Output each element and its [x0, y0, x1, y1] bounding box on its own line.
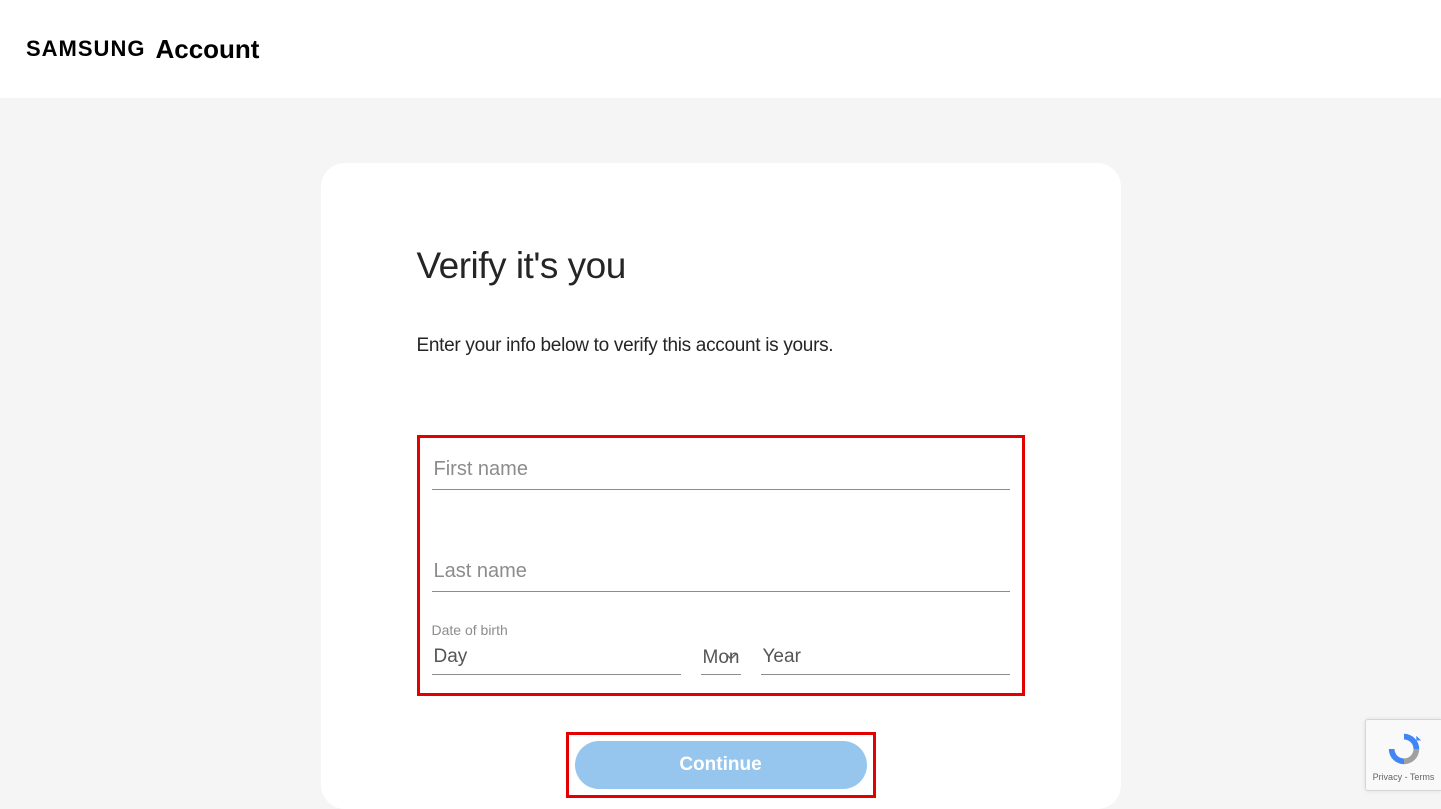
recaptcha-badge[interactable]: Privacy - Terms: [1365, 719, 1441, 791]
first-name-field-wrap: [432, 450, 1010, 490]
dob-label: Date of birth: [432, 622, 1010, 638]
main-content: Verify it's you Enter your info below to…: [0, 98, 1441, 809]
product-name: Account: [155, 34, 259, 65]
recaptcha-separator: -: [1402, 772, 1410, 782]
page-title: Verify it's you: [417, 245, 1025, 287]
dob-row: Month: [432, 640, 1010, 675]
recaptcha-links: Privacy - Terms: [1373, 772, 1435, 782]
last-name-input[interactable]: [432, 552, 1010, 592]
form-highlight-box: Date of birth Month: [417, 435, 1025, 696]
brand-logo: SAMSUNG: [26, 36, 145, 62]
recaptcha-terms-link[interactable]: Terms: [1410, 772, 1435, 782]
dob-day-input[interactable]: [432, 640, 681, 675]
last-name-field-wrap: [432, 552, 1010, 592]
dob-month-select[interactable]: Month: [701, 641, 741, 674]
verify-card: Verify it's you Enter your info below to…: [321, 163, 1121, 809]
continue-button[interactable]: Continue: [575, 741, 867, 789]
recaptcha-privacy-link[interactable]: Privacy: [1373, 772, 1403, 782]
recaptcha-icon: [1385, 730, 1423, 768]
first-name-input[interactable]: [432, 450, 1010, 490]
button-highlight-box: Continue: [566, 732, 876, 798]
dob-month-wrap: Month: [701, 640, 741, 675]
page-subtitle: Enter your info below to verify this acc…: [417, 335, 1025, 357]
page-header: SAMSUNG Account: [0, 0, 1441, 98]
dob-year-input[interactable]: [761, 640, 1010, 675]
